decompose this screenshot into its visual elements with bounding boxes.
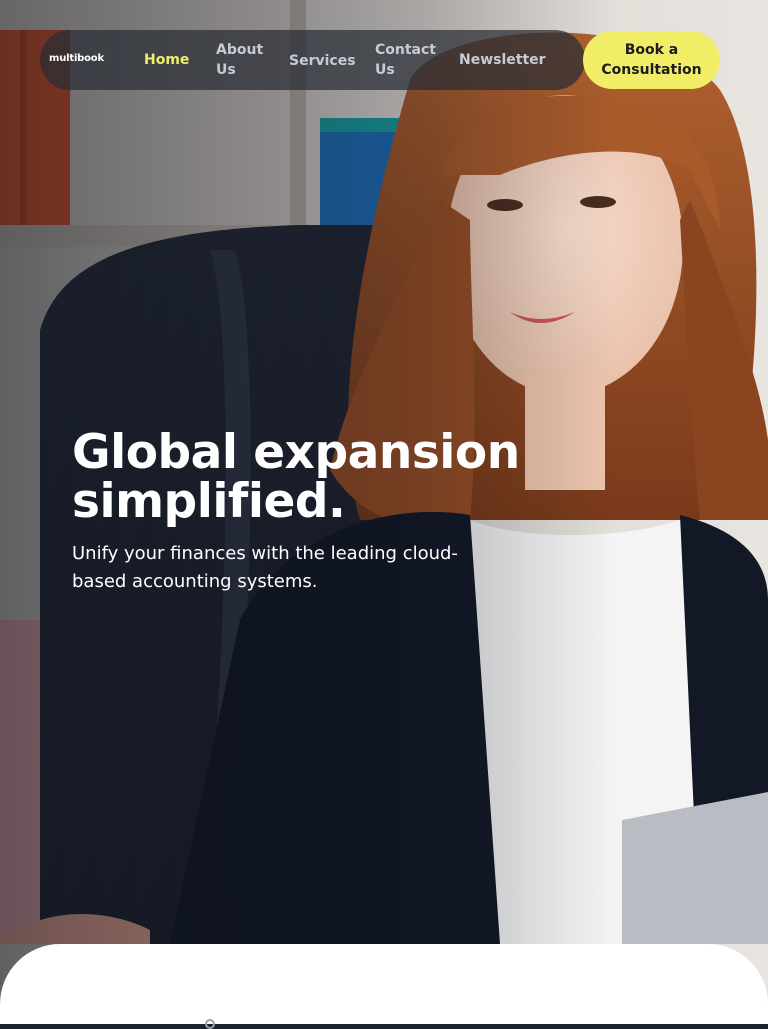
brand-logo[interactable]: multibook bbox=[49, 53, 104, 64]
content-panel bbox=[0, 944, 768, 1024]
panel-circle-icon bbox=[205, 1019, 215, 1029]
book-consultation-label: Book a Consultation bbox=[601, 42, 702, 78]
nav-item-home[interactable]: Home bbox=[144, 50, 189, 70]
nav-item-about-us[interactable]: About Us bbox=[216, 40, 276, 80]
book-consultation-button[interactable]: Book a Consultation bbox=[583, 31, 720, 89]
hero-headline: Global expansion simplified. bbox=[72, 425, 520, 529]
nav-item-newsletter[interactable]: Newsletter bbox=[459, 50, 546, 70]
nav-item-services[interactable]: Services bbox=[289, 51, 356, 71]
nav-item-contact-us[interactable]: Contact Us bbox=[375, 40, 437, 80]
hero-subheadline: Unify your finances with the leading clo… bbox=[72, 543, 458, 592]
